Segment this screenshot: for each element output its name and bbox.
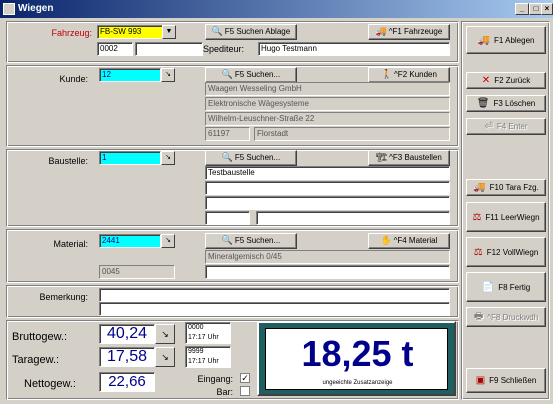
baustelle-city-field[interactable]	[256, 211, 450, 225]
baustelle-label: Baustelle:	[48, 156, 88, 166]
search-icon: 🔍	[221, 152, 234, 163]
bemerkung-line2-field[interactable]	[99, 302, 450, 316]
kunde-line2-field: Elektronische Wägesysteme	[205, 97, 450, 111]
kunden-button[interactable]: 🚶 ^F2 Kunden	[368, 67, 450, 83]
material-description-field: Mineralgemisch 0/45	[205, 250, 450, 264]
kunde-field[interactable]: 12	[99, 68, 161, 82]
picker-icon[interactable]: ↘	[161, 68, 175, 82]
chevron-down-icon[interactable]: ▼	[162, 25, 176, 39]
f8-fertig-button[interactable]: 📄 F8 Fertig	[466, 272, 546, 302]
f9-schliessen-button[interactable]: ▣ F9 Schließen	[466, 368, 546, 393]
taragewicht-label: Taragew.:	[12, 354, 60, 366]
fahrzeug-select[interactable]: FB-SW 993	[97, 25, 163, 39]
close-button[interactable]: ×	[541, 3, 553, 15]
f3-loeschen-button[interactable]: 🗑 F3 Löschen	[466, 95, 546, 112]
app-icon	[3, 3, 15, 15]
enter-icon: ⏎	[484, 121, 493, 132]
bemerkung-line1-field[interactable]	[99, 288, 450, 302]
fahrzeuge-button[interactable]: 🚚 ^F1 Fahrzeuge	[368, 24, 450, 40]
bruttogewicht-label: Bruttogew.:	[12, 331, 68, 343]
material-search-button[interactable]: 🔍 F5 Suchen...	[205, 233, 297, 249]
nettogewicht-value: 22,66	[99, 372, 155, 392]
baustelle-line3-field[interactable]	[205, 196, 450, 210]
baustelle-name-field[interactable]: Testbaustelle	[205, 166, 450, 180]
eingang-checkbox[interactable]: ✓	[240, 373, 250, 383]
baustellen-button[interactable]: 🏗 ^F3 Baustellen	[368, 150, 450, 166]
x-icon: ✕	[481, 75, 491, 86]
kunde-zip-field: 61197	[205, 127, 250, 141]
spediteur-field[interactable]: Hugo Testmann	[258, 42, 450, 56]
material-extra-field[interactable]	[205, 265, 450, 279]
f2-zurueck-button[interactable]: ✕ F2 Zurück	[466, 72, 546, 89]
person-icon: 🚶	[381, 69, 393, 80]
scale-display: 18,25 t ungeeichte Zusatzanzeige	[265, 328, 448, 390]
baustelle-zip-field[interactable]	[205, 211, 250, 225]
bruttogewicht-value: 40,24	[99, 324, 155, 344]
scale-icon: ⚖	[473, 246, 483, 258]
nettogewicht-label: Nettogew.:	[24, 378, 76, 390]
document-icon: 📄	[481, 281, 495, 293]
f1-ablegen-button[interactable]: 🚚 F1 Ablegen	[466, 26, 546, 54]
material-code-field: 0045	[99, 265, 175, 279]
material-field[interactable]: 2441	[99, 234, 161, 248]
fahrzeug-extra-field[interactable]	[135, 42, 203, 56]
window-title: Wiegen	[18, 3, 54, 14]
title-bar: Wiegen _ □ ×	[0, 0, 553, 18]
spediteur-label: Spediteur:	[203, 44, 245, 54]
bemerkung-label: Bemerkung:	[39, 292, 88, 302]
kunde-street-field: Wilhelm-Leuschner-Straße 22	[205, 112, 450, 126]
fahrzeug-search-button[interactable]: 🔍 F5 Suchen Ablage	[205, 24, 297, 40]
baustelle-field[interactable]: 1	[99, 151, 161, 165]
scale-display-value: 18,25 t	[301, 333, 414, 374]
scale-display-caption: ungeeichte Zusatzanzeige	[322, 380, 393, 386]
bar-checkbox[interactable]	[240, 386, 250, 396]
search-icon: 🔍	[221, 235, 234, 246]
picker-icon[interactable]: ↘	[161, 151, 175, 165]
truck-icon: 🚚	[375, 26, 387, 37]
search-icon: 🔍	[221, 69, 234, 80]
truck-icon: 🚚	[473, 182, 486, 193]
fahrzeug-number[interactable]: 0002	[97, 42, 133, 56]
hand-icon: ✋	[380, 235, 392, 246]
weigh-tara-button[interactable]: ↘	[155, 347, 175, 367]
kunde-name-field: Waagen Wesseling GmbH	[205, 82, 450, 96]
taragewicht-value: 17,58	[99, 347, 155, 367]
f11-leerwiegn-button[interactable]: ⚖ F11 LeerWiegn	[466, 202, 546, 232]
weigh-brutto-button[interactable]: ↘	[155, 324, 175, 344]
picker-icon[interactable]: ↘	[161, 234, 175, 248]
material-label: Material:	[53, 239, 88, 249]
baustelle-line2-field[interactable]	[205, 181, 450, 195]
tara-info: 9999 17:17 Uhr	[185, 346, 231, 368]
kunde-label: Kunde:	[59, 74, 88, 84]
material-button[interactable]: ✋ ^F4 Material	[368, 233, 450, 249]
truck-icon: 🚚	[477, 34, 490, 46]
construction-icon: 🏗	[376, 152, 388, 163]
brutto-info: 0000 17:17 Uhr	[185, 322, 231, 344]
bar-label: Bar:	[216, 387, 233, 397]
baustelle-search-button[interactable]: 🔍 F5 Suchen...	[205, 150, 297, 166]
search-icon: 🔍	[211, 26, 224, 37]
scale-icon: ⚖	[472, 211, 482, 223]
delete-icon: 🗑	[476, 98, 490, 109]
print-icon: 🖶	[473, 310, 484, 322]
kunde-search-button[interactable]: 🔍 F5 Suchen...	[205, 67, 297, 83]
minimize-button[interactable]: _	[515, 3, 529, 15]
f12-vollwiegn-button[interactable]: ⚖ F12 VollWiegn	[466, 237, 546, 267]
fahrzeug-label: Fahrzeug:	[51, 28, 92, 38]
ctrl-f8-druckwdh-button[interactable]: 🖶 ^F8 Druckwdh	[466, 307, 546, 327]
f10-tara-fzg-button[interactable]: 🚚 F10 Tara Fzg.	[466, 179, 546, 196]
exit-icon: ▣	[475, 375, 486, 386]
f4-enter-button[interactable]: ⏎ F4 Enter	[466, 118, 546, 135]
kunde-city-field: Florstadt	[254, 127, 450, 141]
eingang-label: Eingang:	[197, 374, 233, 384]
